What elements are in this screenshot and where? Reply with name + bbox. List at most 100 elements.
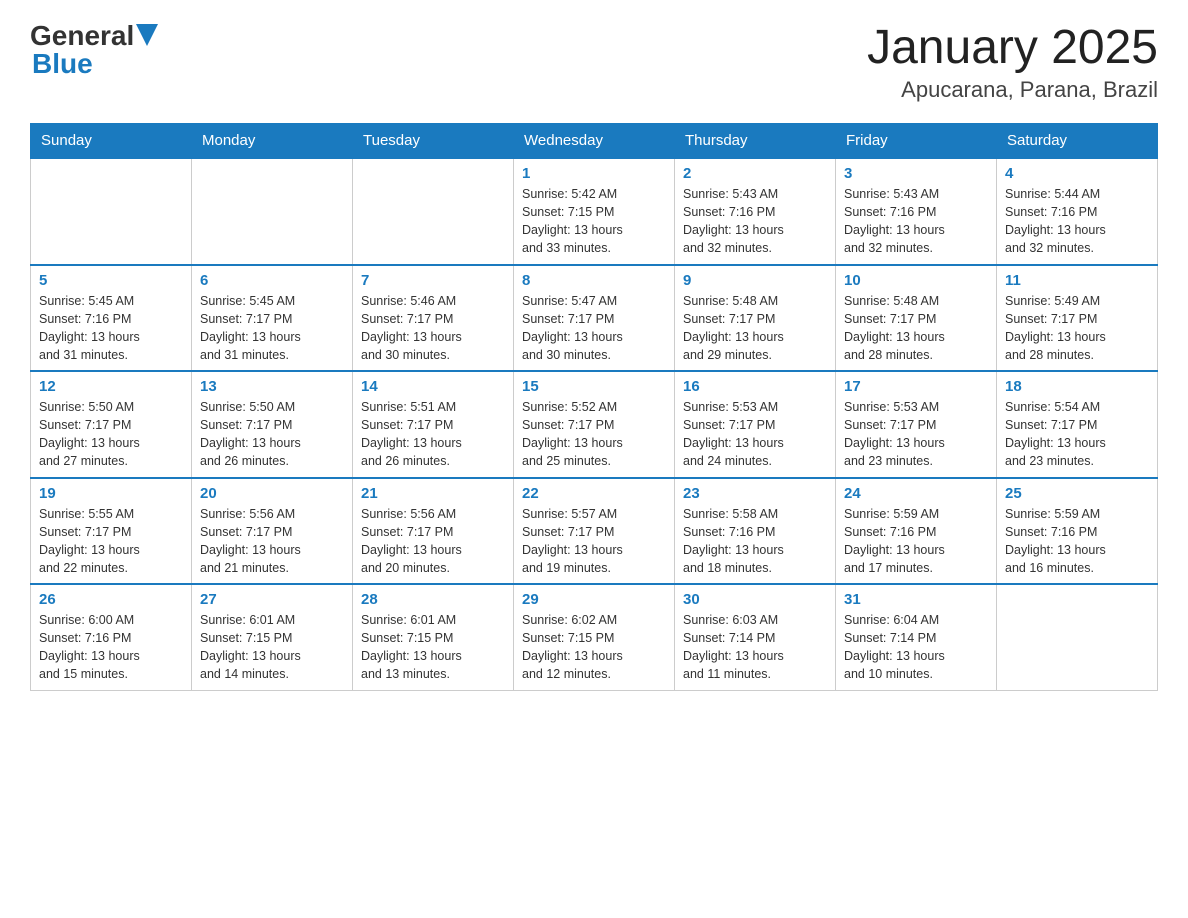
day-info: Sunrise: 5:52 AM Sunset: 7:17 PM Dayligh… (522, 398, 666, 471)
day-number: 29 (522, 591, 666, 608)
calendar-cell: 29 Sunrise: 6:02 AM Sunset: 7:15 PM Dayli… (514, 584, 675, 690)
calendar-cell: 1 Sunrise: 5:42 AM Sunset: 7:15 PM Daylig… (514, 158, 675, 265)
day-info: Sunrise: 5:46 AM Sunset: 7:17 PM Dayligh… (361, 292, 505, 365)
page-header: General Blue January 2025 Apucarana, Par… (30, 20, 1158, 103)
calendar-cell: 22 Sunrise: 5:57 AM Sunset: 7:17 PM Dayli… (514, 478, 675, 585)
day-info: Sunrise: 5:59 AM Sunset: 7:16 PM Dayligh… (1005, 505, 1149, 578)
weekday-header-monday: Monday (192, 124, 353, 159)
calendar-cell: 12Sunrise: 5:50 AM Sunset: 7:17 PM Dayli… (31, 371, 192, 478)
calendar-cell (353, 158, 514, 265)
day-info: Sunrise: 5:43 AM Sunset: 7:16 PM Dayligh… (844, 185, 988, 258)
calendar-cell: 18 Sunrise: 5:54 AM Sunset: 7:17 PM Dayli… (997, 371, 1158, 478)
day-number: 14 (361, 378, 505, 395)
day-number: 28 (361, 591, 505, 608)
week-row-5: 26Sunrise: 6:00 AM Sunset: 7:16 PM Dayli… (31, 584, 1158, 690)
calendar-cell (192, 158, 353, 265)
day-info: Sunrise: 5:50 AM Sunset: 7:17 PM Dayligh… (39, 398, 183, 471)
day-info: Sunrise: 6:03 AM Sunset: 7:14 PM Dayligh… (683, 611, 827, 684)
calendar-cell: 10Sunrise: 5:48 AM Sunset: 7:17 PM Dayli… (836, 265, 997, 372)
day-info: Sunrise: 5:43 AM Sunset: 7:16 PM Dayligh… (683, 185, 827, 258)
day-number: 30 (683, 591, 827, 608)
calendar-cell: 5Sunrise: 5:45 AM Sunset: 7:16 PM Daylig… (31, 265, 192, 372)
day-number: 3 (844, 165, 988, 182)
week-row-4: 19 Sunrise: 5:55 AM Sunset: 7:17 PM Dayli… (31, 478, 1158, 585)
day-number: 7 (361, 272, 505, 289)
calendar-cell: 28 Sunrise: 6:01 AM Sunset: 7:15 PM Dayli… (353, 584, 514, 690)
day-number: 24 (844, 485, 988, 502)
day-number: 8 (522, 272, 666, 289)
day-info: Sunrise: 5:49 AM Sunset: 7:17 PM Dayligh… (1005, 292, 1149, 365)
calendar-cell: 16Sunrise: 5:53 AM Sunset: 7:17 PM Dayli… (675, 371, 836, 478)
day-info: Sunrise: 5:58 AM Sunset: 7:16 PM Dayligh… (683, 505, 827, 578)
day-number: 22 (522, 485, 666, 502)
day-info: Sunrise: 6:01 AM Sunset: 7:15 PM Dayligh… (361, 611, 505, 684)
day-number: 15 (522, 378, 666, 395)
calendar-cell: 14 Sunrise: 5:51 AM Sunset: 7:17 PM Dayli… (353, 371, 514, 478)
logo-blue-text: Blue (32, 48, 93, 80)
day-info: Sunrise: 5:59 AM Sunset: 7:16 PM Dayligh… (844, 505, 988, 578)
calendar-cell: 26Sunrise: 6:00 AM Sunset: 7:16 PM Dayli… (31, 584, 192, 690)
calendar-cell: 31Sunrise: 6:04 AM Sunset: 7:14 PM Dayli… (836, 584, 997, 690)
day-number: 20 (200, 485, 344, 502)
week-row-3: 12Sunrise: 5:50 AM Sunset: 7:17 PM Dayli… (31, 371, 1158, 478)
calendar-cell: 15 Sunrise: 5:52 AM Sunset: 7:17 PM Dayli… (514, 371, 675, 478)
calendar-cell: 17 Sunrise: 5:53 AM Sunset: 7:17 PM Dayli… (836, 371, 997, 478)
calendar-cell: 20 Sunrise: 5:56 AM Sunset: 7:17 PM Dayli… (192, 478, 353, 585)
calendar-title: January 2025 (867, 20, 1158, 75)
day-info: Sunrise: 5:47 AM Sunset: 7:17 PM Dayligh… (522, 292, 666, 365)
day-info: Sunrise: 5:45 AM Sunset: 7:17 PM Dayligh… (200, 292, 344, 365)
calendar-cell: 30 Sunrise: 6:03 AM Sunset: 7:14 PM Dayli… (675, 584, 836, 690)
calendar-cell: 19 Sunrise: 5:55 AM Sunset: 7:17 PM Dayli… (31, 478, 192, 585)
day-number: 31 (844, 591, 988, 608)
day-info: Sunrise: 6:01 AM Sunset: 7:15 PM Dayligh… (200, 611, 344, 684)
day-number: 25 (1005, 485, 1149, 502)
day-info: Sunrise: 5:53 AM Sunset: 7:17 PM Dayligh… (844, 398, 988, 471)
day-info: Sunrise: 5:55 AM Sunset: 7:17 PM Dayligh… (39, 505, 183, 578)
calendar-cell (31, 158, 192, 265)
day-number: 16 (683, 378, 827, 395)
calendar-cell: 2Sunrise: 5:43 AM Sunset: 7:16 PM Daylig… (675, 158, 836, 265)
calendar-table: SundayMondayTuesdayWednesdayThursdayFrid… (30, 123, 1158, 691)
title-block: January 2025 Apucarana, Parana, Brazil (867, 20, 1158, 103)
weekday-header-friday: Friday (836, 124, 997, 159)
day-info: Sunrise: 5:44 AM Sunset: 7:16 PM Dayligh… (1005, 185, 1149, 258)
logo: General Blue (30, 20, 158, 80)
calendar-cell: 4Sunrise: 5:44 AM Sunset: 7:16 PM Daylig… (997, 158, 1158, 265)
calendar-cell: 8 Sunrise: 5:47 AM Sunset: 7:17 PM Daylig… (514, 265, 675, 372)
calendar-cell: 13 Sunrise: 5:50 AM Sunset: 7:17 PM Dayli… (192, 371, 353, 478)
day-number: 1 (522, 165, 666, 182)
weekday-header-sunday: Sunday (31, 124, 192, 159)
day-info: Sunrise: 5:50 AM Sunset: 7:17 PM Dayligh… (200, 398, 344, 471)
day-number: 10 (844, 272, 988, 289)
day-number: 13 (200, 378, 344, 395)
day-number: 18 (1005, 378, 1149, 395)
day-number: 9 (683, 272, 827, 289)
week-row-1: 1 Sunrise: 5:42 AM Sunset: 7:15 PM Daylig… (31, 158, 1158, 265)
day-info: Sunrise: 5:56 AM Sunset: 7:17 PM Dayligh… (200, 505, 344, 578)
week-row-2: 5Sunrise: 5:45 AM Sunset: 7:16 PM Daylig… (31, 265, 1158, 372)
day-info: Sunrise: 5:51 AM Sunset: 7:17 PM Dayligh… (361, 398, 505, 471)
day-number: 6 (200, 272, 344, 289)
day-number: 11 (1005, 272, 1149, 289)
weekday-header-row: SundayMondayTuesdayWednesdayThursdayFrid… (31, 124, 1158, 159)
calendar-cell (997, 584, 1158, 690)
weekday-header-tuesday: Tuesday (353, 124, 514, 159)
day-info: Sunrise: 5:54 AM Sunset: 7:17 PM Dayligh… (1005, 398, 1149, 471)
calendar-cell: 6 Sunrise: 5:45 AM Sunset: 7:17 PM Daylig… (192, 265, 353, 372)
day-info: Sunrise: 6:02 AM Sunset: 7:15 PM Dayligh… (522, 611, 666, 684)
day-info: Sunrise: 5:42 AM Sunset: 7:15 PM Dayligh… (522, 185, 666, 258)
weekday-header-thursday: Thursday (675, 124, 836, 159)
calendar-cell: 9Sunrise: 5:48 AM Sunset: 7:17 PM Daylig… (675, 265, 836, 372)
logo-triangle-icon (136, 24, 158, 46)
day-number: 17 (844, 378, 988, 395)
calendar-subtitle: Apucarana, Parana, Brazil (867, 77, 1158, 103)
calendar-cell: 24 Sunrise: 5:59 AM Sunset: 7:16 PM Dayli… (836, 478, 997, 585)
calendar-cell: 3 Sunrise: 5:43 AM Sunset: 7:16 PM Daylig… (836, 158, 997, 265)
day-number: 19 (39, 485, 183, 502)
weekday-header-saturday: Saturday (997, 124, 1158, 159)
day-info: Sunrise: 5:57 AM Sunset: 7:17 PM Dayligh… (522, 505, 666, 578)
day-info: Sunrise: 5:45 AM Sunset: 7:16 PM Dayligh… (39, 292, 183, 365)
day-info: Sunrise: 6:00 AM Sunset: 7:16 PM Dayligh… (39, 611, 183, 684)
day-number: 21 (361, 485, 505, 502)
calendar-cell: 23Sunrise: 5:58 AM Sunset: 7:16 PM Dayli… (675, 478, 836, 585)
